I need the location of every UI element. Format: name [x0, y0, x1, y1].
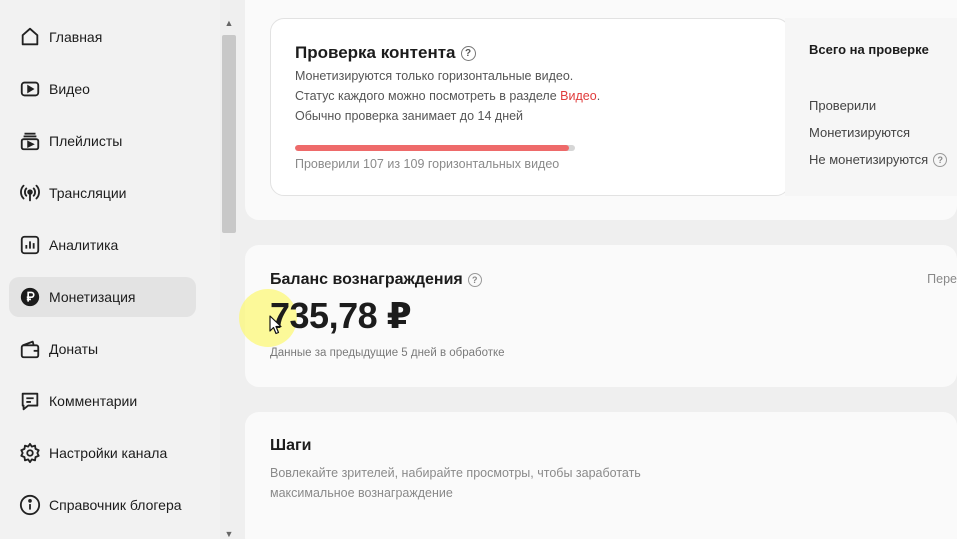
check-summary-panel: Всего на проверке Проверили Монетизируют… [785, 18, 957, 196]
sidebar-item-video[interactable]: Видео [9, 69, 196, 109]
sidebar-item-label: Плейлисты [49, 133, 123, 149]
description-text: Статус каждого можно посмотреть в раздел… [295, 89, 561, 103]
sidebar-item-blogger-guide[interactable]: Справочник блогера [9, 485, 196, 525]
description-line: Вовлекайте зрителей, набирайте просмотры… [270, 466, 641, 480]
steps-title: Шаги [270, 437, 312, 454]
summary-checked-label: Проверили [809, 98, 877, 113]
balance-title: Баланс вознаграждения [270, 271, 463, 288]
check-progress-fill [295, 145, 570, 151]
description-line: максимальное вознаграждение [270, 486, 453, 500]
summary-checked: Проверили [809, 98, 876, 113]
help-icon[interactable]: ? [460, 45, 476, 61]
summary-not-monetized-label: Не монетизируются [809, 152, 929, 167]
content-check-description: Монетизируются только горизонтальные вид… [295, 66, 600, 126]
balance-right-link[interactable]: Пере [927, 272, 957, 286]
scroll-up-arrow-icon[interactable]: ▲ [223, 18, 235, 28]
summary-monetized: Монетизируются [809, 125, 910, 140]
sidebar-item-label: Справочник блогера [49, 497, 182, 513]
content-check-card: Проверка контента ? Монетизируются тольк… [245, 0, 957, 220]
sidebar-item-comments[interactable]: Комментарии [9, 381, 196, 421]
comment-icon [19, 390, 41, 412]
balance-amount: 735,78 ₽ [270, 295, 412, 336]
sidebar-item-label: Комментарии [49, 393, 138, 409]
balance-card: Баланс вознаграждения ? Пере 735,78 ₽ Да… [239, 245, 957, 387]
broadcast-icon [19, 182, 41, 204]
steps-card: Шаги Вовлекайте зрителей, набирайте прос… [245, 412, 957, 539]
balance-title-row: Баланс вознаграждения ? [270, 271, 482, 289]
description-line: Монетизируются только горизонтальные вид… [295, 69, 574, 83]
wallet-icon [19, 338, 41, 360]
gear-icon [19, 442, 41, 464]
sidebar-item-label: Главная [49, 29, 103, 45]
description-line: Статус каждого можно посмотреть в раздел… [295, 86, 600, 106]
video-icon [19, 78, 41, 100]
ruble-icon [19, 286, 41, 308]
check-progress-bar [295, 145, 575, 151]
sidebar-item-broadcasts[interactable]: Трансляции [9, 173, 196, 213]
help-icon[interactable]: ? [933, 152, 948, 167]
sidebar-item-label: Аналитика [49, 237, 119, 253]
playlist-icon [19, 130, 41, 152]
video-section-link[interactable]: Видео [560, 89, 597, 103]
sidebar-item-channel-settings[interactable]: Настройки канала [9, 433, 196, 473]
info-icon [19, 494, 41, 516]
summary-monetized-label: Монетизируются [809, 125, 911, 140]
sidebar-item-monetization[interactable]: Монетизация [9, 277, 196, 317]
sidebar-item-label: Монетизация [49, 289, 136, 305]
sidebar-item-label: Донаты [49, 341, 99, 357]
summary-title: Всего на проверке [809, 42, 929, 57]
sidebar-item-playlists[interactable]: Плейлисты [9, 121, 196, 161]
scroll-down-arrow-icon[interactable]: ▼ [223, 529, 235, 539]
main-content: Проверка контента ? Монетизируются тольк… [239, 0, 957, 539]
scrollbar-thumb[interactable] [222, 35, 236, 233]
sidebar-item-home[interactable]: Главная [9, 17, 196, 57]
description-line: Обычно проверка занимает до 14 дней [295, 109, 524, 123]
mouse-cursor-icon [269, 315, 282, 335]
content-check-panel: Проверка контента ? Монетизируются тольк… [270, 18, 790, 196]
balance-note: Данные за предыдущие 5 дней в обработке [270, 347, 505, 359]
sidebar-item-analytics[interactable]: Аналитика [9, 225, 196, 265]
content-check-title: Проверка контента [295, 43, 456, 62]
description-text: . [596, 89, 601, 103]
sidebar-item-label: Настройки канала [49, 445, 168, 461]
sidebar: Главная Видео Плейлисты Трансляции Анали… [0, 0, 220, 539]
content-check-title-row: Проверка контента ? [295, 43, 476, 63]
check-progress-text: Проверили 107 из 109 горизонтальных виде… [295, 157, 560, 171]
summary-not-monetized: Не монетизируются? [809, 152, 948, 167]
sidebar-item-donations[interactable]: Донаты [9, 329, 196, 369]
steps-description: Вовлекайте зрителей, набирайте просмотры… [270, 463, 641, 503]
sidebar-item-label: Трансляции [49, 185, 127, 201]
help-icon[interactable]: ? [467, 273, 482, 287]
analytics-icon [19, 234, 41, 256]
sidebar-item-label: Видео [49, 81, 90, 97]
home-icon [19, 26, 41, 48]
